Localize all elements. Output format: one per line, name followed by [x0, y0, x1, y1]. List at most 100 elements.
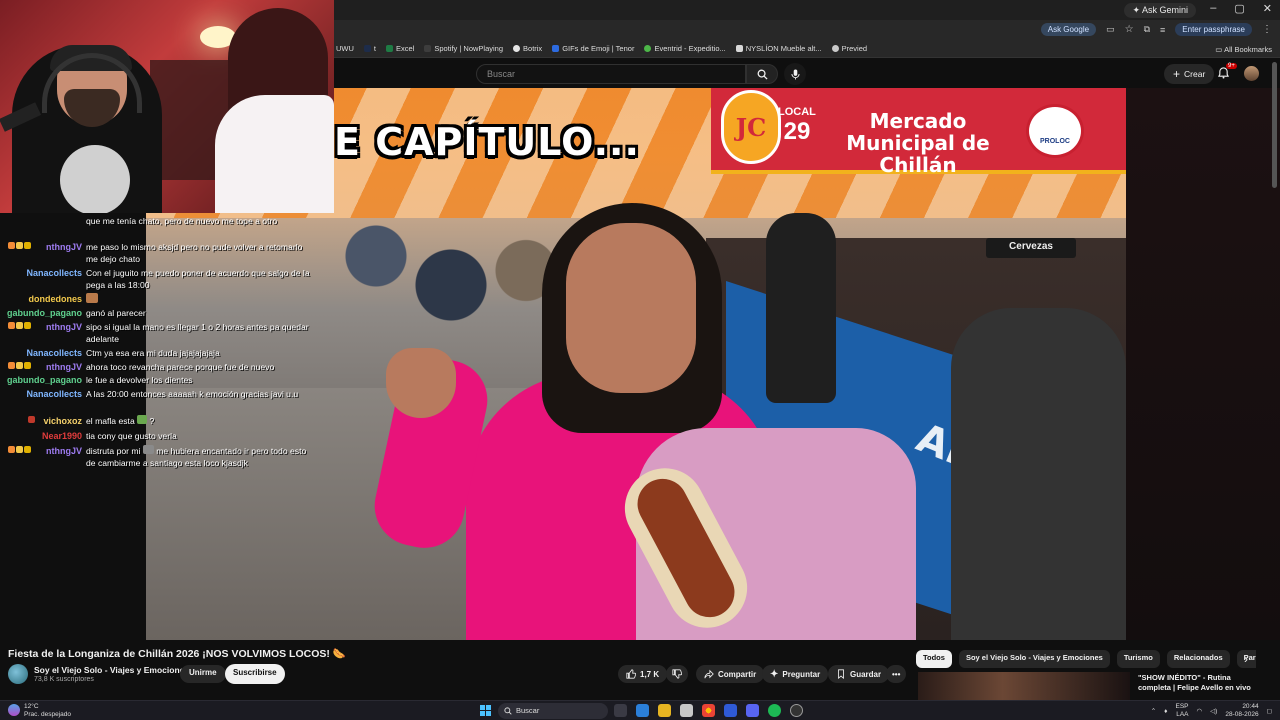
- ask-button[interactable]: ✦ Preguntar: [762, 665, 829, 683]
- language-indicator[interactable]: ESP LAA: [1175, 703, 1188, 719]
- chip-relacionados[interactable]: Relacionados: [1166, 650, 1230, 668]
- more-actions-button[interactable]: •••: [886, 665, 907, 683]
- chevron-right-icon[interactable]: ›: [1244, 652, 1248, 666]
- notification-badge: 9+: [1226, 63, 1237, 69]
- chat-message-text: le fue a devolver los dientes: [86, 375, 193, 385]
- related-video-thumbnail[interactable]: [918, 672, 1130, 700]
- bookmark-item[interactable]: Previed: [831, 44, 867, 53]
- chat-username[interactable]: Near1990: [0, 430, 82, 442]
- video-person-right: [951, 308, 1126, 640]
- extensions-icon[interactable]: ⧉: [1144, 24, 1150, 35]
- chat-username[interactable]: nthngJV: [0, 241, 82, 253]
- chip-channel[interactable]: Soy el Viejo Solo - Viajes y Emociones: [958, 650, 1110, 668]
- chat-username[interactable]: nthngJV: [0, 321, 82, 333]
- bookmark-item[interactable]: GIFs de Emoji | Tenor: [552, 44, 634, 53]
- chat-username[interactable]: gabundo_pagano: [0, 374, 82, 386]
- tenor-icon: [552, 45, 560, 52]
- chip-turismo[interactable]: Turismo: [1116, 650, 1160, 668]
- chrome-icon[interactable]: [702, 704, 715, 717]
- account-avatar[interactable]: [1244, 66, 1259, 81]
- dislike-button[interactable]: [666, 665, 688, 683]
- ask-google-chip[interactable]: Ask Google: [1040, 23, 1097, 36]
- task-view-icon[interactable]: [614, 704, 627, 717]
- emote-icon: [137, 415, 148, 424]
- media-icon[interactable]: ≡: [1160, 25, 1165, 35]
- bookmark-item[interactable]: Botrix: [513, 44, 542, 53]
- chat-username[interactable]: gabundo_pagano: [0, 307, 82, 319]
- volume-icon[interactable]: ◁): [1210, 707, 1217, 715]
- sparkle-icon: ✦: [770, 668, 779, 680]
- widgets-icon[interactable]: [636, 704, 649, 717]
- minimize-icon[interactable]: –: [1210, 2, 1216, 15]
- microphone-icon[interactable]: ♦: [1164, 708, 1167, 715]
- bookmark-item[interactable]: UWU: [336, 44, 354, 53]
- chat-message-text: Ctm ya esa era mi duda jajajajajaja: [86, 348, 220, 358]
- chat-username[interactable]: Nanacollects: [0, 347, 82, 359]
- chat-username[interactable]: Nanacollects: [0, 267, 82, 279]
- windows-start-icon[interactable]: [480, 705, 491, 716]
- file-explorer-icon[interactable]: [658, 704, 671, 717]
- discord-icon[interactable]: [746, 704, 759, 717]
- video-info: Fiesta de la Longaniza de Chillán 2026 ¡…: [0, 640, 915, 700]
- create-button[interactable]: + Crear: [1164, 64, 1215, 84]
- bookmark-item[interactable]: Eventrid - Expeditio...: [644, 44, 726, 53]
- chip-todos[interactable]: Todos: [916, 650, 952, 668]
- share-button[interactable]: Compartir: [696, 665, 765, 683]
- ask-google-label: Ask Google: [1047, 25, 1090, 34]
- right-backdrop: [1126, 88, 1280, 640]
- weather-widget[interactable]: 12°C Prac. despejado: [8, 703, 71, 719]
- chat-username[interactable]: nthngJV: [0, 361, 82, 373]
- channel-name[interactable]: Soy el Viejo Solo - Viajes y Emociones: [34, 665, 189, 675]
- search-button[interactable]: [746, 64, 778, 84]
- star-icon[interactable]: ☆: [1125, 24, 1134, 35]
- bookmark-item[interactable]: NYSLÍON Mueble alt...: [735, 44, 822, 53]
- more-icon: •••: [892, 669, 901, 679]
- channel-avatar[interactable]: [8, 664, 28, 684]
- chat-message-text: [86, 293, 311, 306]
- related-chips: Todos Soy el Viejo Solo - Viajes y Emoci…: [916, 650, 1256, 670]
- chat-username[interactable]: vichoxoz: [0, 415, 82, 427]
- page-scrollbar[interactable]: [1272, 62, 1277, 188]
- spotify-icon: [424, 45, 432, 52]
- video-sign-local: LOCAL 29: [778, 106, 816, 145]
- notifications-icon[interactable]: ◻: [1267, 707, 1272, 715]
- search-placeholder: Buscar: [487, 69, 516, 79]
- chat-username[interactable]: dondedones: [0, 293, 83, 305]
- spotify-icon[interactable]: [768, 704, 781, 717]
- obs-icon[interactable]: [790, 704, 803, 717]
- chat-username[interactable]: nthngJV: [0, 445, 82, 457]
- close-icon[interactable]: ✕: [1263, 2, 1272, 15]
- chat-message-text: ahora toco revancha parece porque fue de…: [86, 362, 275, 372]
- bookmark-item[interactable]: t: [363, 44, 376, 53]
- clock[interactable]: 20:44 28-08-2026: [1225, 703, 1258, 719]
- wifi-icon[interactable]: ◠: [1197, 707, 1203, 715]
- subscribe-button[interactable]: Suscribirse: [225, 664, 285, 684]
- join-button[interactable]: Unirme: [180, 665, 226, 683]
- video-thumbs-up-hand: [386, 348, 456, 418]
- all-bookmarks-button[interactable]: ▭ All Bookmarks: [1215, 45, 1272, 54]
- chat-overlay: que me tenía chato, pero de nuevo me top…: [0, 213, 330, 503]
- like-button[interactable]: 1,7 K: [618, 665, 668, 683]
- webcam-shirt-print: [60, 145, 130, 213]
- bookmark-item[interactable]: Excel: [386, 44, 414, 53]
- thumbs-up-icon: [626, 669, 636, 679]
- screen: ✦ Ask Gemini – ▢ ✕ Ask Google ▭ ☆ ⧉ ≡ En…: [0, 0, 1280, 720]
- chat-username[interactable]: Nanacollects: [0, 388, 82, 400]
- chevron-up-icon[interactable]: ⌃: [1151, 707, 1156, 715]
- chat-message-text: ganó al parecer: [86, 308, 146, 318]
- menu-icon[interactable]: ⋮: [1262, 24, 1272, 35]
- taskbar-search[interactable]: Buscar: [498, 703, 608, 719]
- chat-message-text: sipo si igual la mano es llegar 1 o 2 ho…: [86, 322, 309, 344]
- cast-icon[interactable]: ▭: [1106, 24, 1115, 35]
- search-icon: [504, 707, 512, 715]
- store-icon[interactable]: [680, 704, 693, 717]
- save-button[interactable]: Guardar: [828, 665, 890, 683]
- passphrase-chip[interactable]: Enter passphrase: [1175, 23, 1252, 36]
- maximize-icon[interactable]: ▢: [1234, 2, 1244, 15]
- search-input[interactable]: Buscar: [476, 64, 746, 84]
- app-icon[interactable]: [724, 704, 737, 717]
- related-video-title[interactable]: "SHOW INÉDITO" - Rutina completa | Felip…: [1138, 673, 1263, 693]
- bookmark-item[interactable]: Spotify | NowPlaying: [424, 44, 503, 53]
- voice-search-button[interactable]: [784, 63, 806, 85]
- ask-gemini-button[interactable]: ✦ Ask Gemini: [1124, 3, 1196, 18]
